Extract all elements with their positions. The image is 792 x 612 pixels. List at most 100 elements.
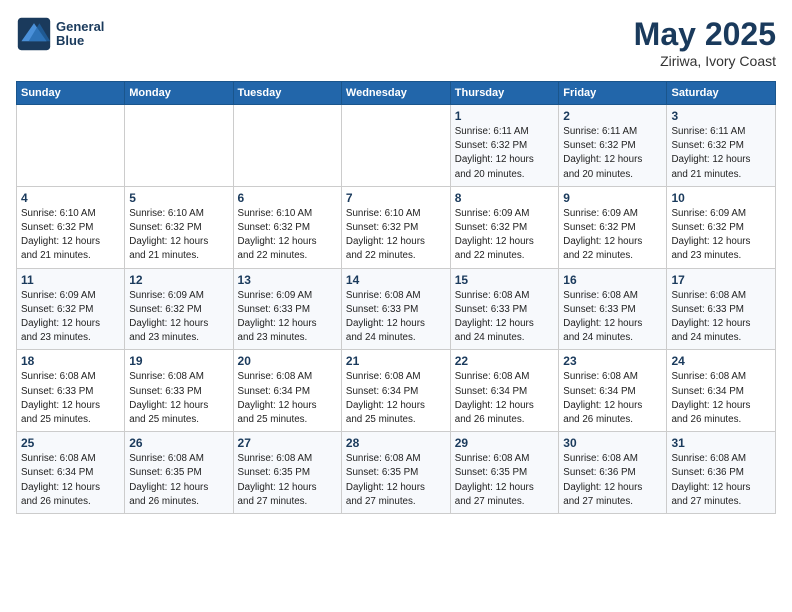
calendar-cell: 13Sunrise: 6:09 AM Sunset: 6:33 PM Dayli…	[233, 268, 341, 350]
page-header: General Blue May 2025 Ziriwa, Ivory Coas…	[16, 16, 776, 69]
day-info: Sunrise: 6:08 AM Sunset: 6:33 PM Dayligh…	[346, 289, 446, 346]
day-number: 31	[671, 436, 771, 450]
calendar-cell: 17 Sunrise: 6:08 AM Sunset: 6:33 PM Dayli…	[667, 268, 776, 350]
calendar-cell: 15Sunrise: 6:08 AM Sunset: 6:33 PM Dayli…	[450, 268, 559, 350]
day-number: 19	[129, 354, 228, 368]
weekday-header-monday: Monday	[125, 82, 233, 105]
day-number: 13	[238, 273, 337, 287]
weekday-header-wednesday: Wednesday	[341, 82, 450, 105]
calendar-header: SundayMondayTuesdayWednesdayThursdayFrid…	[17, 82, 776, 105]
day-number: 5	[129, 191, 228, 205]
day-info: Sunrise: 6:08 AM Sunset: 6:33 PM Dayligh…	[129, 370, 228, 427]
day-info: Sunrise: 6:10 AM Sunset: 6:32 PM Dayligh…	[346, 207, 446, 264]
day-number: 23	[563, 354, 662, 368]
day-info: Sunrise: 6:08 AM Sunset: 6:34 PM Dayligh…	[238, 370, 337, 427]
day-number: 11	[21, 273, 120, 287]
day-number: 16	[563, 273, 662, 287]
calendar-cell: 20 Sunrise: 6:08 AM Sunset: 6:34 PM Dayli…	[233, 350, 341, 432]
month-year-title: May 2025	[634, 16, 776, 53]
day-info: Sunrise: 6:09 AM Sunset: 6:32 PM Dayligh…	[21, 289, 120, 346]
day-number: 30	[563, 436, 662, 450]
calendar-cell: 29 Sunrise: 6:08 AM Sunset: 6:35 PM Dayli…	[450, 432, 559, 514]
day-info: Sunrise: 6:10 AM Sunset: 6:32 PM Dayligh…	[21, 207, 120, 264]
day-number: 29	[455, 436, 555, 450]
day-info: Sunrise: 6:11 AM Sunset: 6:32 PM Dayligh…	[563, 125, 662, 182]
logo-text: General Blue	[56, 20, 104, 49]
weekday-header-thursday: Thursday	[450, 82, 559, 105]
calendar-cell: 27Sunrise: 6:08 AM Sunset: 6:35 PM Dayli…	[233, 432, 341, 514]
day-number: 18	[21, 354, 120, 368]
calendar-cell: 7 Sunrise: 6:10 AM Sunset: 6:32 PM Daylig…	[341, 186, 450, 268]
day-info: Sunrise: 6:11 AM Sunset: 6:32 PM Dayligh…	[455, 125, 555, 182]
calendar-cell: 28 Sunrise: 6:08 AM Sunset: 6:35 PM Dayli…	[341, 432, 450, 514]
calendar-cell: 10Sunrise: 6:09 AM Sunset: 6:32 PM Dayli…	[667, 186, 776, 268]
calendar-cell: 21Sunrise: 6:08 AM Sunset: 6:34 PM Dayli…	[341, 350, 450, 432]
day-number: 26	[129, 436, 228, 450]
day-number: 8	[455, 191, 555, 205]
day-info: Sunrise: 6:08 AM Sunset: 6:36 PM Dayligh…	[671, 452, 771, 509]
calendar-body: 1 Sunrise: 6:11 AM Sunset: 6:32 PM Daylig…	[17, 105, 776, 514]
day-number: 25	[21, 436, 120, 450]
title-block: May 2025 Ziriwa, Ivory Coast	[634, 16, 776, 69]
calendar-cell: 9Sunrise: 6:09 AM Sunset: 6:32 PM Daylig…	[559, 186, 667, 268]
day-info: Sunrise: 6:08 AM Sunset: 6:35 PM Dayligh…	[455, 452, 555, 509]
calendar-cell: 5Sunrise: 6:10 AM Sunset: 6:32 PM Daylig…	[125, 186, 233, 268]
calendar-table: SundayMondayTuesdayWednesdayThursdayFrid…	[16, 81, 776, 514]
day-number: 3	[671, 109, 771, 123]
day-info: Sunrise: 6:09 AM Sunset: 6:32 PM Dayligh…	[455, 207, 555, 264]
calendar-cell: 3 Sunrise: 6:11 AM Sunset: 6:32 PM Daylig…	[667, 105, 776, 187]
day-number: 14	[346, 273, 446, 287]
calendar-cell: 1 Sunrise: 6:11 AM Sunset: 6:32 PM Daylig…	[450, 105, 559, 187]
calendar-cell: 23Sunrise: 6:08 AM Sunset: 6:34 PM Dayli…	[559, 350, 667, 432]
day-number: 7	[346, 191, 446, 205]
weekday-header-saturday: Saturday	[667, 82, 776, 105]
day-number: 17	[671, 273, 771, 287]
day-number: 12	[129, 273, 228, 287]
day-info: Sunrise: 6:08 AM Sunset: 6:35 PM Dayligh…	[346, 452, 446, 509]
calendar-cell: 14 Sunrise: 6:08 AM Sunset: 6:33 PM Dayli…	[341, 268, 450, 350]
day-number: 6	[238, 191, 337, 205]
calendar-cell: 11 Sunrise: 6:09 AM Sunset: 6:32 PM Dayli…	[17, 268, 125, 350]
day-number: 28	[346, 436, 446, 450]
day-number: 20	[238, 354, 337, 368]
day-number: 22	[455, 354, 555, 368]
day-info: Sunrise: 6:08 AM Sunset: 6:33 PM Dayligh…	[563, 289, 662, 346]
calendar-cell	[17, 105, 125, 187]
calendar-week-row: 25Sunrise: 6:08 AM Sunset: 6:34 PM Dayli…	[17, 432, 776, 514]
day-number: 15	[455, 273, 555, 287]
day-number: 2	[563, 109, 662, 123]
day-info: Sunrise: 6:08 AM Sunset: 6:36 PM Dayligh…	[563, 452, 662, 509]
calendar-cell	[125, 105, 233, 187]
calendar-week-row: 1 Sunrise: 6:11 AM Sunset: 6:32 PM Daylig…	[17, 105, 776, 187]
day-info: Sunrise: 6:08 AM Sunset: 6:34 PM Dayligh…	[671, 370, 771, 427]
calendar-cell: 2 Sunrise: 6:11 AM Sunset: 6:32 PM Daylig…	[559, 105, 667, 187]
calendar-cell: 30 Sunrise: 6:08 AM Sunset: 6:36 PM Dayli…	[559, 432, 667, 514]
day-info: Sunrise: 6:08 AM Sunset: 6:34 PM Dayligh…	[455, 370, 555, 427]
day-number: 1	[455, 109, 555, 123]
location-subtitle: Ziriwa, Ivory Coast	[634, 53, 776, 69]
calendar-cell: 31 Sunrise: 6:08 AM Sunset: 6:36 PM Dayli…	[667, 432, 776, 514]
calendar-cell: 18 Sunrise: 6:08 AM Sunset: 6:33 PM Dayli…	[17, 350, 125, 432]
day-info: Sunrise: 6:09 AM Sunset: 6:32 PM Dayligh…	[671, 207, 771, 264]
calendar-cell: 19 Sunrise: 6:08 AM Sunset: 6:33 PM Dayli…	[125, 350, 233, 432]
calendar-week-row: 18 Sunrise: 6:08 AM Sunset: 6:33 PM Dayli…	[17, 350, 776, 432]
weekday-header-friday: Friday	[559, 82, 667, 105]
day-number: 24	[671, 354, 771, 368]
day-info: Sunrise: 6:09 AM Sunset: 6:32 PM Dayligh…	[129, 289, 228, 346]
day-info: Sunrise: 6:11 AM Sunset: 6:32 PM Dayligh…	[671, 125, 771, 182]
calendar-cell	[233, 105, 341, 187]
day-info: Sunrise: 6:08 AM Sunset: 6:35 PM Dayligh…	[238, 452, 337, 509]
day-info: Sunrise: 6:08 AM Sunset: 6:35 PM Dayligh…	[129, 452, 228, 509]
logo-icon	[16, 16, 52, 52]
logo: General Blue	[16, 16, 104, 52]
calendar-cell: 8 Sunrise: 6:09 AM Sunset: 6:32 PM Daylig…	[450, 186, 559, 268]
day-info: Sunrise: 6:08 AM Sunset: 6:33 PM Dayligh…	[21, 370, 120, 427]
logo-line1: General	[56, 20, 104, 34]
calendar-cell: 25Sunrise: 6:08 AM Sunset: 6:34 PM Dayli…	[17, 432, 125, 514]
day-info: Sunrise: 6:08 AM Sunset: 6:33 PM Dayligh…	[671, 289, 771, 346]
calendar-cell: 16 Sunrise: 6:08 AM Sunset: 6:33 PM Dayli…	[559, 268, 667, 350]
calendar-cell: 22 Sunrise: 6:08 AM Sunset: 6:34 PM Dayli…	[450, 350, 559, 432]
calendar-cell: 26 Sunrise: 6:08 AM Sunset: 6:35 PM Dayli…	[125, 432, 233, 514]
calendar-cell: 4Sunrise: 6:10 AM Sunset: 6:32 PM Daylig…	[17, 186, 125, 268]
calendar-cell: 6Sunrise: 6:10 AM Sunset: 6:32 PM Daylig…	[233, 186, 341, 268]
